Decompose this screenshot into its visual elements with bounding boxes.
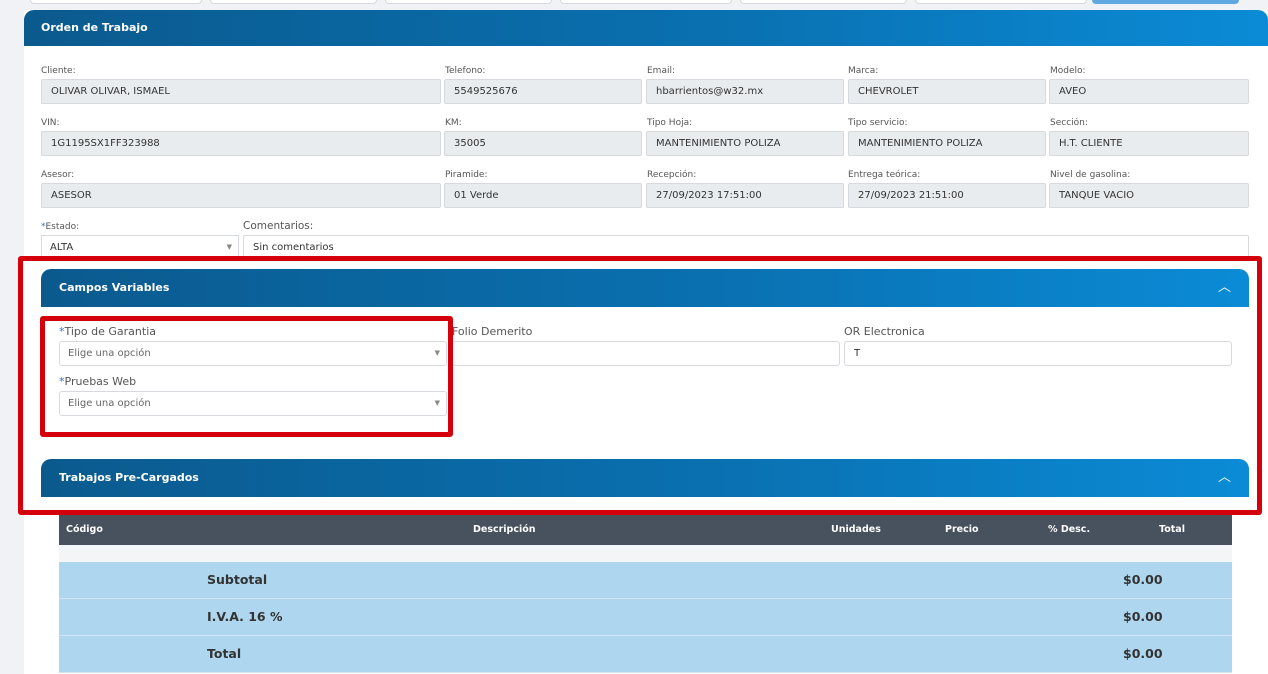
col-desc: % Desc. — [1048, 524, 1091, 535]
subtotal-label: Subtotal — [207, 572, 268, 587]
email-label: Email: — [647, 66, 676, 76]
tab-stub[interactable] — [210, 0, 377, 4]
total-row: Total $0.00 — [59, 636, 1232, 673]
marca-label: Marca: — [848, 66, 879, 76]
iva-label: I.V.A. 16 % — [207, 609, 283, 624]
vin-label: VIN: — [41, 118, 60, 128]
piramide-label: Piramide: — [445, 170, 488, 180]
asesor-label: Asesor: — [41, 170, 75, 180]
asesor-field: ASESOR — [41, 183, 441, 208]
comentarios-label: Comentarios: — [243, 220, 314, 232]
tipo-hoja-field: MANTENIMIENTO POLIZA — [646, 131, 844, 156]
tipo-servicio-field: MANTENIMIENTO POLIZA — [848, 131, 1046, 156]
col-total: Total — [1159, 524, 1185, 535]
top-tab-strip — [0, 0, 1268, 4]
subtotal-row: Subtotal $0.00 — [59, 562, 1232, 599]
marca-field: CHEVROLET — [848, 79, 1046, 104]
order-header: Orden de Trabajo — [24, 10, 1268, 46]
email-field: hbarrientos@w32.mx — [646, 79, 844, 104]
entrega-label: Entrega teórica: — [848, 170, 921, 180]
modelo-field: AVEO — [1049, 79, 1249, 104]
table-empty-body — [59, 545, 1232, 562]
km-label: KM: — [445, 118, 462, 128]
tipo-hoja-label: Tipo Hoja: — [647, 118, 693, 128]
subtotal-value: $0.00 — [1123, 572, 1163, 587]
tab-stub[interactable] — [30, 0, 202, 4]
iva-value: $0.00 — [1123, 609, 1163, 624]
total-value: $0.00 — [1123, 646, 1163, 661]
cliente-field: OLIVAR OLIVAR, ISMAEL — [41, 79, 441, 104]
iva-row: I.V.A. 16 % $0.00 — [59, 599, 1232, 636]
estado-value: ALTA — [50, 242, 74, 253]
seccion-label: Sección: — [1050, 118, 1088, 128]
tab-stub[interactable] — [915, 0, 1087, 4]
total-label: Total — [207, 646, 242, 661]
km-field: 35005 — [444, 131, 642, 156]
vin-field: 1G1195SX1FF323988 — [41, 131, 441, 156]
telefono-label: Telefono: — [445, 66, 486, 76]
highlight-box-inner — [40, 316, 453, 437]
trabajos-table-header: Código Descripción Unidades Precio % Des… — [59, 515, 1232, 545]
col-descripcion: Descripción — [473, 524, 536, 535]
col-precio: Precio — [945, 524, 979, 535]
tab-stub[interactable] — [385, 0, 552, 4]
cliente-label: Cliente: — [41, 66, 76, 76]
recepcion-label: Recepción: — [647, 170, 697, 180]
col-codigo: Código — [66, 524, 103, 535]
gasolina-label: Nivel de gasolina: — [1050, 170, 1131, 180]
entrega-field: 27/09/2023 21:51:00 — [848, 183, 1046, 208]
order-title: Orden de Trabajo — [41, 21, 148, 34]
recepcion-field: 27/09/2023 17:51:00 — [646, 183, 844, 208]
tab-stub-active[interactable] — [1092, 0, 1239, 4]
telefono-field: 5549525676 — [444, 79, 642, 104]
tipo-servicio-label: Tipo servicio: — [848, 118, 908, 128]
modelo-label: Modelo: — [1050, 66, 1086, 76]
col-unidades: Unidades — [831, 524, 881, 535]
piramide-field: 01 Verde — [444, 183, 642, 208]
seccion-field: H.T. CLIENTE — [1049, 131, 1249, 156]
tab-stub[interactable] — [560, 0, 732, 4]
tab-stub[interactable] — [740, 0, 907, 4]
estado-label-text: Estado: — [45, 222, 80, 232]
gasolina-field: TANQUE VACIO — [1049, 183, 1249, 208]
estado-label: *Estado: — [41, 222, 79, 232]
